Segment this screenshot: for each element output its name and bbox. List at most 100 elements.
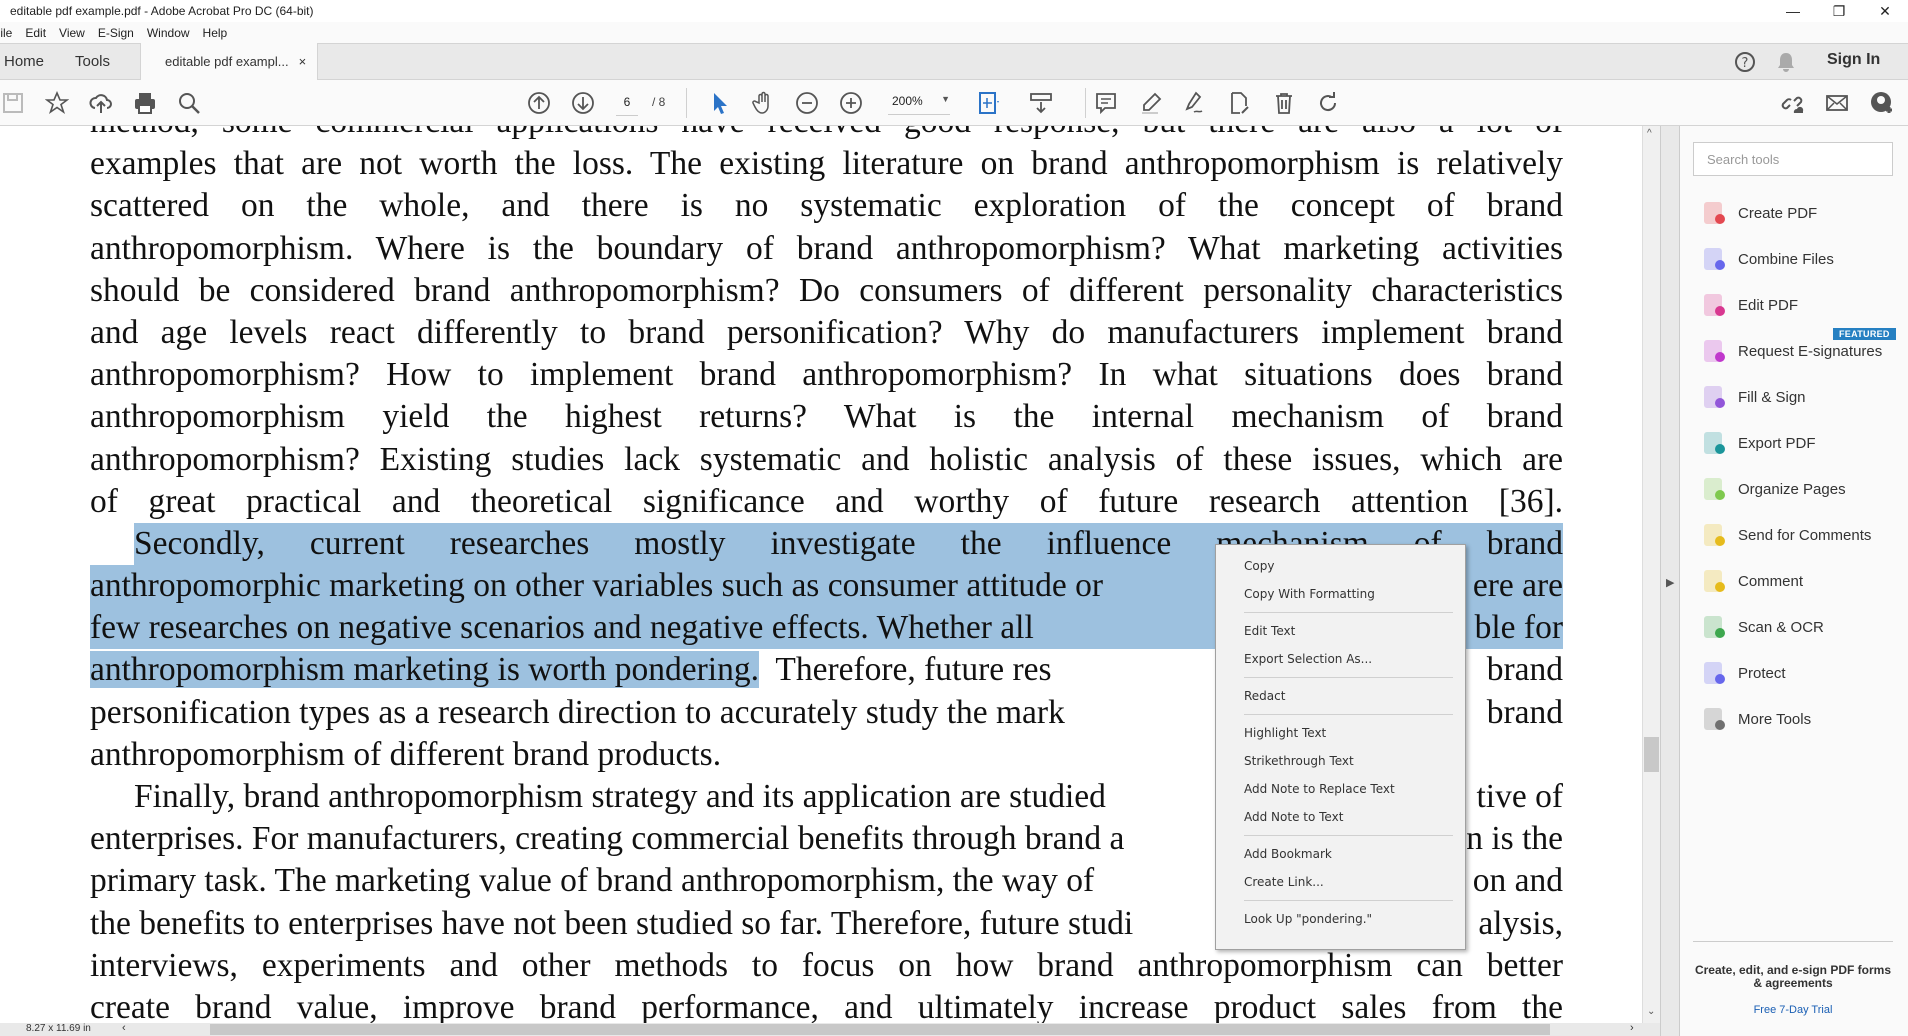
menu-item-export-selection-as[interactable]: Export Selection As... bbox=[1216, 645, 1465, 673]
close-tab-icon[interactable]: × bbox=[299, 54, 307, 69]
tool-scan-ocr[interactable]: Scan & OCR bbox=[1702, 612, 1824, 642]
text-line: interviews, experiments and other method… bbox=[90, 946, 1563, 984]
tool-label: Export PDF bbox=[1738, 434, 1816, 452]
menu-esign[interactable]: E-Sign bbox=[98, 26, 134, 40]
menu-separator bbox=[1244, 677, 1453, 678]
menu-item-edit-text[interactable]: Edit Text bbox=[1216, 617, 1465, 645]
tools-panel: Search tools FEATURED Create PDF Combine … bbox=[1680, 126, 1908, 1036]
tab-document-label: editable pdf exampl... bbox=[165, 54, 289, 69]
menu-help[interactable]: Help bbox=[203, 26, 228, 40]
menu-item-highlight-text[interactable]: Highlight Text bbox=[1216, 719, 1465, 747]
minimize-button[interactable]: — bbox=[1770, 0, 1816, 22]
scroll-mode-icon[interactable] bbox=[1028, 90, 1054, 116]
help-icon[interactable]: ? bbox=[1734, 51, 1756, 73]
text-fragment: personification types as a research dire… bbox=[90, 693, 1065, 731]
highlighter-icon[interactable] bbox=[1138, 90, 1164, 116]
menu-item-copy-with-formatting[interactable]: Copy With Formatting bbox=[1216, 580, 1465, 608]
send-file-icon[interactable] bbox=[1226, 90, 1252, 116]
tool-label: Fill & Sign bbox=[1738, 388, 1806, 406]
text-line: method, some commercial applications hav… bbox=[90, 126, 1563, 143]
bell-icon[interactable] bbox=[1776, 51, 1796, 73]
page-total: / 8 bbox=[652, 95, 666, 109]
menu-item-add-bookmark[interactable]: Add Bookmark bbox=[1216, 840, 1465, 868]
zoom-out-icon[interactable] bbox=[794, 90, 820, 116]
add-user-icon[interactable] bbox=[1869, 90, 1895, 116]
horizontal-scrollbar-thumb[interactable] bbox=[210, 1024, 1550, 1035]
hand-tool-icon[interactable] bbox=[750, 90, 776, 116]
text-line: scattered on the whole, and there is no … bbox=[90, 187, 1563, 225]
menu-item-create-link[interactable]: Create Link... bbox=[1216, 868, 1465, 896]
tool-send-for-comments[interactable]: Send for Comments bbox=[1702, 520, 1871, 550]
tool-label: Organize Pages bbox=[1738, 480, 1846, 498]
comment-icon[interactable] bbox=[1093, 90, 1119, 116]
menu-item-add-note-to-replace-text[interactable]: Add Note to Replace Text bbox=[1216, 775, 1465, 803]
scroll-down-icon[interactable]: ⌄ bbox=[1647, 1006, 1655, 1017]
upload-cloud-icon[interactable] bbox=[88, 90, 114, 116]
free-trial-link[interactable]: Free 7-Day Trial bbox=[1693, 1004, 1893, 1017]
select-cursor-icon[interactable] bbox=[706, 90, 732, 116]
save-icon[interactable] bbox=[0, 90, 26, 116]
tool-protect[interactable]: Protect bbox=[1702, 658, 1786, 688]
email-icon[interactable] bbox=[1824, 90, 1850, 116]
scrollbar-thumb[interactable] bbox=[1644, 737, 1659, 772]
tool-icon bbox=[1704, 202, 1725, 224]
menu-edit[interactable]: Edit bbox=[25, 26, 46, 40]
menu-view[interactable]: View bbox=[59, 26, 85, 40]
tool-icon bbox=[1704, 708, 1725, 730]
page-number-input[interactable]: 6 bbox=[616, 95, 638, 116]
tool-organize-pages[interactable]: Organize Pages bbox=[1702, 474, 1846, 504]
zoom-in-icon[interactable] bbox=[838, 90, 864, 116]
expand-panel-icon[interactable]: ▶ bbox=[1666, 576, 1674, 589]
menu-item-strikethrough-text[interactable]: Strikethrough Text bbox=[1216, 747, 1465, 775]
tool-export-pdf[interactable]: Export PDF bbox=[1702, 428, 1816, 458]
menu-item-look-up-pondering[interactable]: Look Up "pondering." bbox=[1216, 905, 1465, 933]
close-window-button[interactable]: ✕ bbox=[1862, 0, 1908, 22]
previous-page-button[interactable] bbox=[526, 90, 552, 116]
sign-in-button[interactable]: Sign In bbox=[1827, 51, 1880, 69]
search-icon[interactable] bbox=[176, 90, 202, 116]
tool-more-tools[interactable]: More Tools bbox=[1702, 704, 1811, 734]
print-icon[interactable] bbox=[132, 90, 158, 116]
scroll-left-icon[interactable]: ‹ bbox=[122, 1022, 126, 1034]
tool-create-pdf[interactable]: Create PDF bbox=[1702, 198, 1817, 228]
text-line: anthropomorphism? How to implement brand… bbox=[90, 356, 1563, 394]
text-line: anthropomorphism. Where is the boundary … bbox=[90, 229, 1563, 267]
tool-icon bbox=[1704, 248, 1725, 270]
menu-item-copy[interactable]: Copy bbox=[1216, 552, 1465, 580]
scroll-up-icon[interactable]: ^ bbox=[1647, 128, 1652, 139]
fit-page-icon[interactable] bbox=[976, 90, 1002, 116]
tool-fill-sign[interactable]: Fill & Sign bbox=[1702, 382, 1806, 412]
next-page-button[interactable] bbox=[570, 90, 596, 116]
tool-request-e-signatures[interactable]: Request E-signatures bbox=[1702, 336, 1882, 366]
scroll-right-icon[interactable]: › bbox=[1630, 1022, 1634, 1034]
menu-item-redact[interactable]: Redact bbox=[1216, 682, 1465, 710]
text-line: examples that are not worth the loss. Th… bbox=[90, 145, 1563, 183]
text-fragment: primary task. The marketing value of bra… bbox=[90, 862, 1095, 900]
panel-splitter[interactable]: ▶ bbox=[1660, 126, 1680, 1036]
menu-window[interactable]: Window bbox=[147, 26, 190, 40]
restore-button[interactable]: ❐ bbox=[1816, 0, 1862, 22]
tool-combine-files[interactable]: Combine Files bbox=[1702, 244, 1834, 274]
text-fragment: ere are bbox=[1472, 567, 1563, 605]
tab-document[interactable]: editable pdf exampl... × bbox=[140, 43, 318, 80]
star-icon[interactable] bbox=[44, 90, 70, 116]
tab-home[interactable]: Home bbox=[4, 53, 44, 70]
window-title: editable pdf example.pdf - Adobe Acrobat… bbox=[10, 4, 314, 18]
text-fragment: tive of bbox=[1476, 778, 1563, 815]
tool-comment[interactable]: Comment bbox=[1702, 566, 1803, 596]
rotate-icon[interactable] bbox=[1315, 90, 1341, 116]
tool-edit-pdf[interactable]: Edit PDF bbox=[1702, 290, 1798, 320]
zoom-dropdown[interactable]: 200% ▼ bbox=[888, 94, 950, 115]
fill-sign-pen-icon[interactable] bbox=[1181, 90, 1207, 116]
menu-item-add-note-to-text[interactable]: Add Note to Text bbox=[1216, 803, 1465, 831]
tool-label: Send for Comments bbox=[1738, 526, 1872, 544]
share-link-icon[interactable] bbox=[1779, 90, 1805, 116]
vertical-scrollbar[interactable]: ^ ⌄ bbox=[1642, 126, 1660, 1023]
tool-icon bbox=[1704, 478, 1725, 500]
menu-file[interactable]: File bbox=[0, 26, 12, 40]
trash-icon[interactable] bbox=[1271, 90, 1297, 116]
promo-text: Create, edit, and e-sign PDF forms & agr… bbox=[1694, 963, 1892, 990]
tab-tools[interactable]: Tools bbox=[75, 53, 110, 70]
search-tools-input[interactable]: Search tools bbox=[1693, 142, 1893, 176]
tool-label: Create PDF bbox=[1738, 204, 1818, 222]
